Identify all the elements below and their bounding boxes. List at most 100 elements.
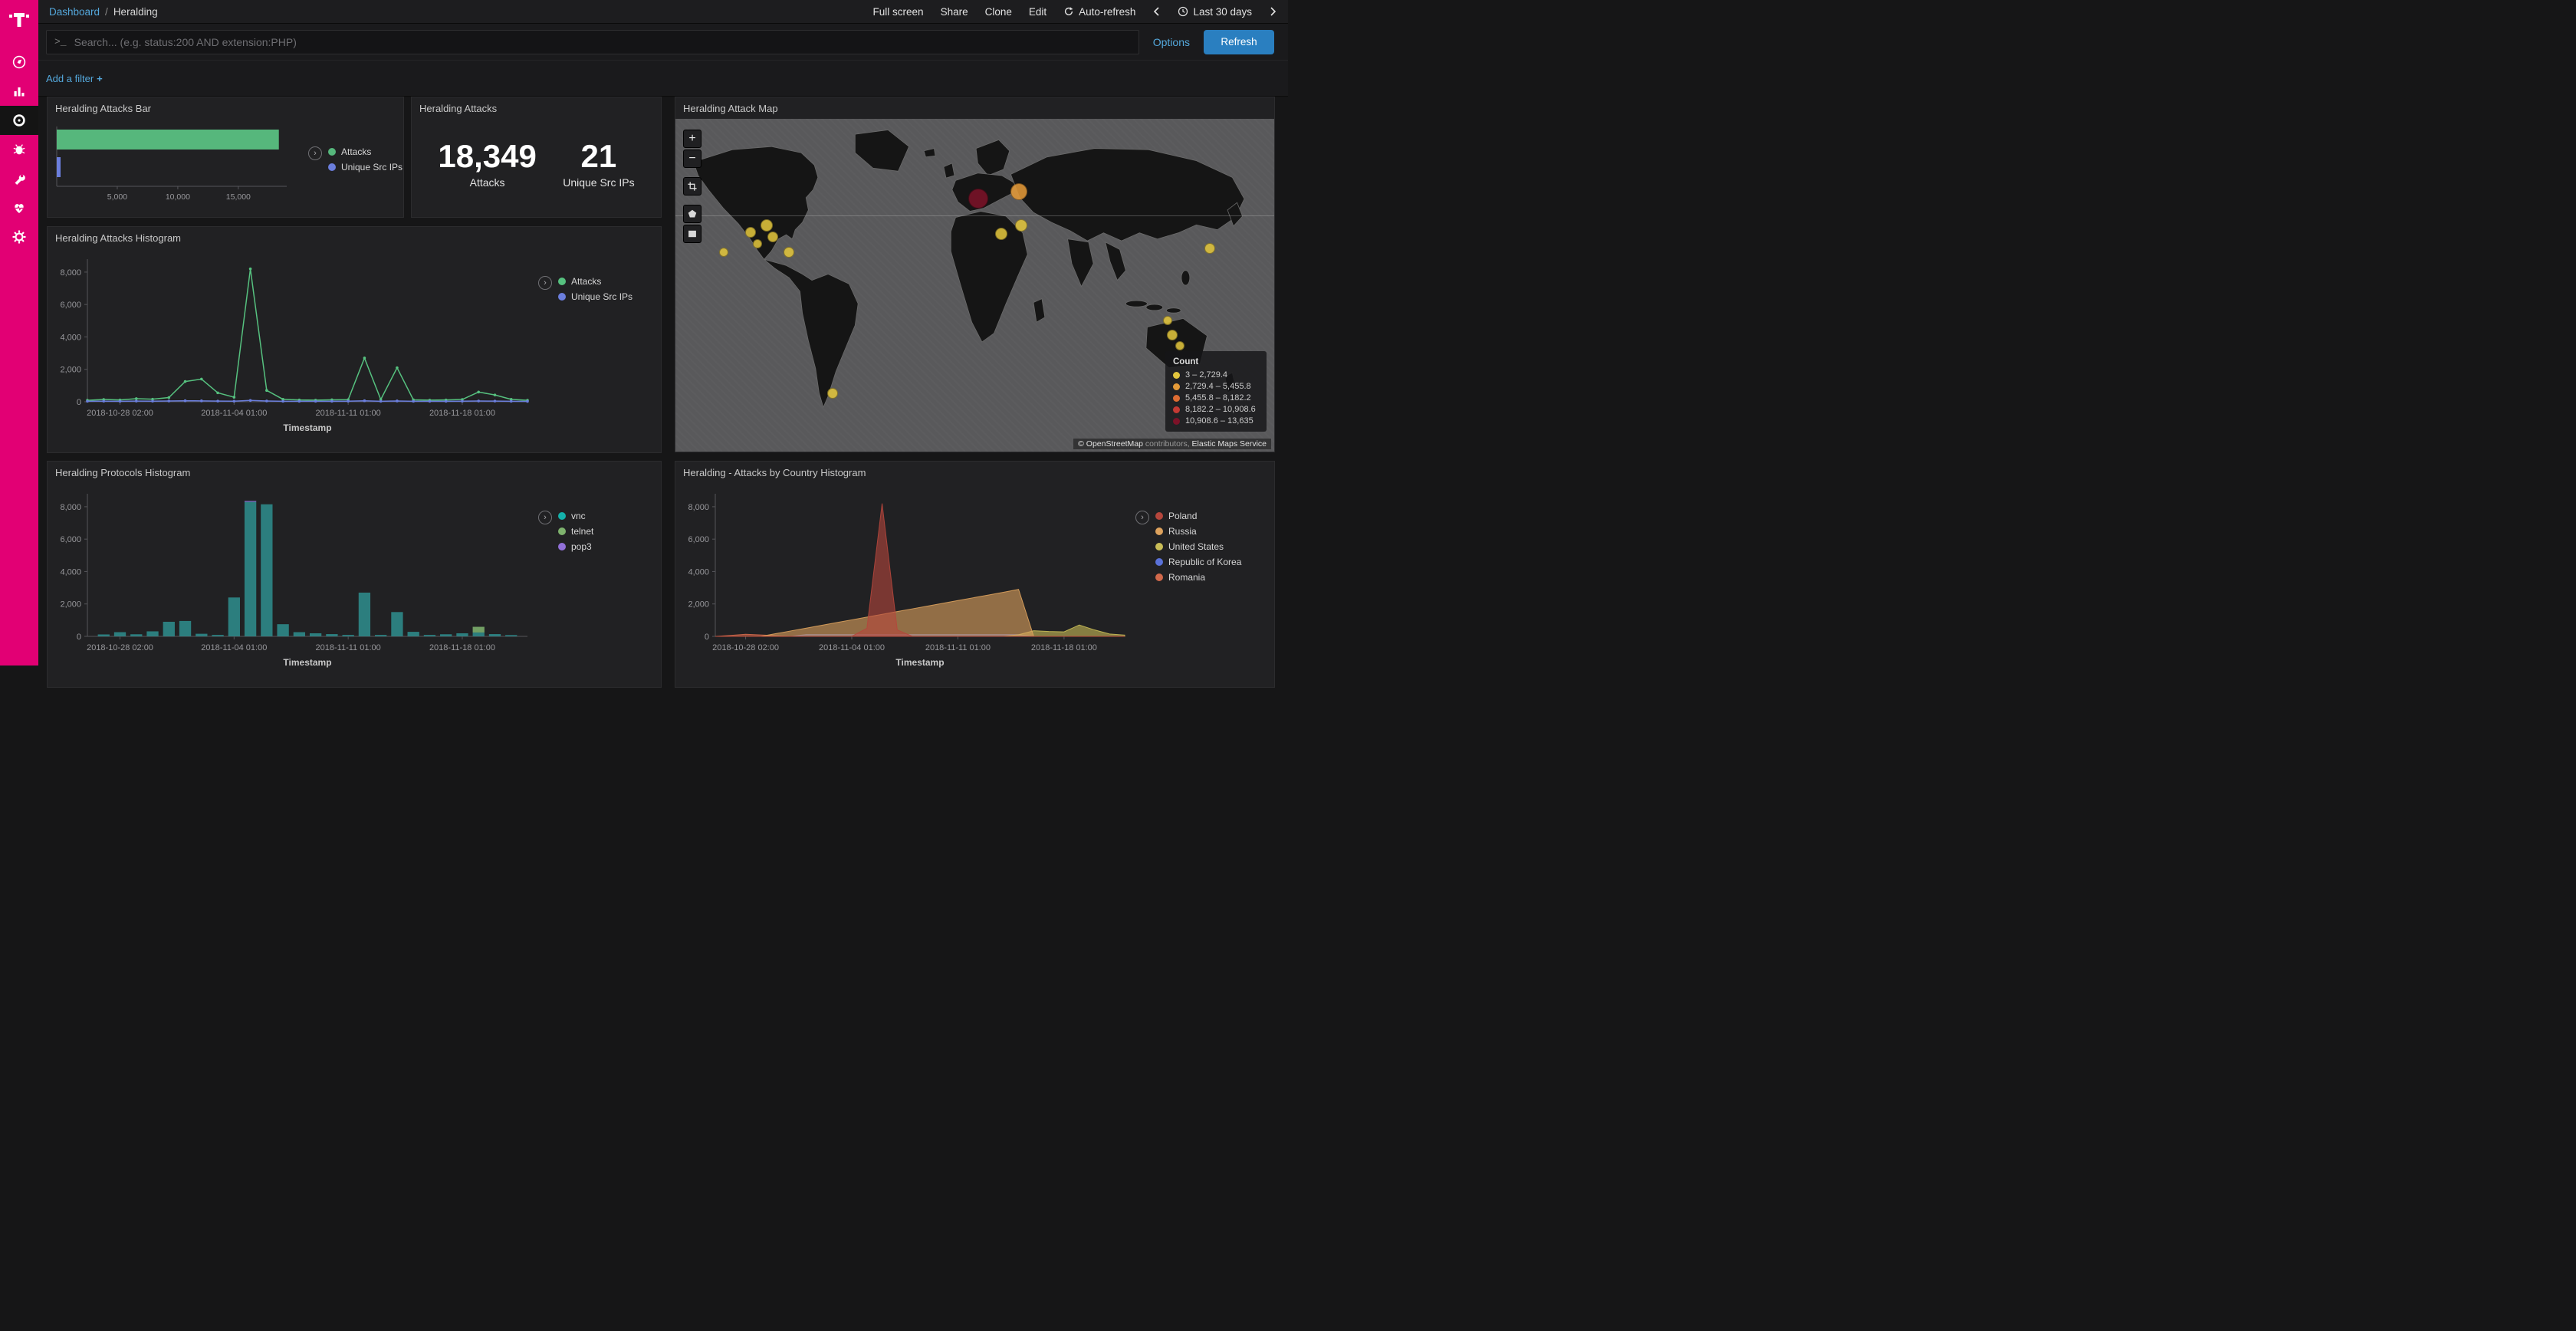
breadcrumb-dashboard-link[interactable]: Dashboard [49,6,100,18]
zoom-out-button[interactable]: − [683,150,702,168]
svg-text:2018-11-18 01:00: 2018-11-18 01:00 [1031,643,1097,652]
bug-icon [12,142,27,157]
fit-bounds-button[interactable] [683,177,702,196]
legend-item[interactable]: Republic of Korea [1155,557,1241,567]
svg-text:2018-11-11 01:00: 2018-11-11 01:00 [316,409,381,418]
legend-item[interactable]: Attacks [558,276,632,287]
svg-text:6,000: 6,000 [688,535,709,544]
svg-text:2018-11-18 01:00: 2018-11-18 01:00 [429,409,495,418]
time-range-button[interactable]: Last 30 days [1178,6,1252,18]
time-forward-icon[interactable] [1269,6,1277,17]
map-marker[interactable] [1204,243,1215,254]
map-marker[interactable] [719,248,728,257]
map-marker[interactable] [1010,183,1027,200]
legend-item[interactable]: Unique Src IPs [558,291,632,302]
sidebar-item-discover[interactable] [0,48,38,77]
clone-button[interactable]: Clone [985,6,1012,18]
elastic-maps-service-link[interactable]: Elastic Maps Service [1192,439,1267,449]
legend-dot-icon [1155,512,1163,520]
legend-items: vnc telnet pop3 [558,511,593,552]
map-marker[interactable] [995,228,1007,240]
legend-item[interactable]: pop3 [558,541,593,552]
legend-dot-icon [558,512,566,520]
legend-item[interactable]: Romania [1155,572,1241,583]
legend-dot-icon [558,278,566,285]
panel-title: Heralding Attacks Histogram [48,227,661,248]
openstreetmap-link[interactable]: © OpenStreetMap [1078,439,1143,449]
metric-value: 21 [563,140,634,173]
map-marker[interactable] [1015,219,1027,232]
time-back-icon[interactable] [1152,6,1161,17]
search-input[interactable] [74,36,1131,48]
legend-dot-icon [328,148,336,156]
svg-text:0: 0 [77,398,81,407]
map-marker[interactable] [753,239,762,248]
map-marker[interactable] [968,189,988,209]
sidebar-item-management[interactable] [0,222,38,251]
svg-text:2,000: 2,000 [60,366,81,375]
zoom-in-button[interactable]: + [683,130,702,148]
sidebar-item-security[interactable] [0,135,38,164]
map-legend-title: Count [1173,357,1259,366]
draw-rectangle-button[interactable] [683,225,702,243]
map-attribution: © OpenStreetMap contributors, Elastic Ma… [1073,439,1271,449]
options-link[interactable]: Options [1153,36,1190,48]
add-filter-button[interactable]: Add a filter+ [46,73,103,84]
legend-items: Poland Russia United States Republic of Kor… [1155,511,1241,583]
refresh-button[interactable]: Refresh [1204,30,1274,54]
legend-dot-icon [328,163,336,171]
dashboard-grid: Heralding Attacks Bar 5,00010,00015,000 … [38,97,1288,666]
map-legend-dot-icon [1173,406,1180,413]
query-bar: >_ Options Refresh [38,24,1288,61]
map-marker[interactable] [827,388,838,399]
svg-text:5,000: 5,000 [107,192,127,202]
map-marker[interactable] [1163,316,1172,325]
legend-toggle-icon[interactable]: › [538,276,552,290]
legend-item[interactable]: vnc [558,511,593,521]
edit-button[interactable]: Edit [1029,6,1046,18]
svg-text:2018-11-04 01:00: 2018-11-04 01:00 [819,643,885,652]
legend-toggle-icon[interactable]: › [1135,511,1149,524]
auto-refresh-button[interactable]: Auto-refresh [1063,6,1135,18]
metric-value: 18,349 [438,140,536,173]
sidebar-item-dashboard[interactable] [0,106,38,135]
full-screen-button[interactable]: Full screen [873,6,924,18]
wrench-icon [12,171,27,186]
map-marker[interactable] [767,232,778,242]
legend-item[interactable]: Russia [1155,526,1241,537]
map-legend-dot-icon [1173,372,1180,379]
app-sidebar [0,0,38,666]
draw-polygon-button[interactable] [683,205,702,223]
svg-text:Timestamp: Timestamp [283,422,331,433]
sidebar-item-monitoring[interactable] [0,193,38,222]
svg-text:8,000: 8,000 [60,503,81,512]
rectangle-icon [687,228,698,239]
t-mobile-logo[interactable] [0,0,38,40]
legend-item[interactable]: Unique Src IPs [328,162,402,173]
map-legend-dot-icon [1173,418,1180,425]
legend-item[interactable]: United States [1155,541,1241,552]
plus-icon: + [97,73,103,84]
map-marker[interactable] [1175,341,1184,350]
map-marker[interactable] [1167,330,1178,340]
panel-title: Heralding Attacks [412,97,661,119]
legend-item[interactable]: Attacks [328,146,402,157]
chart-legend: › vnc telnet pop3 [538,486,593,670]
share-button[interactable]: Share [941,6,968,18]
sidebar-item-dev-tools[interactable] [0,164,38,193]
legend-item[interactable]: telnet [558,526,593,537]
legend-item[interactable]: Poland [1155,511,1241,521]
legend-toggle-icon[interactable]: › [308,146,322,160]
legend-toggle-icon[interactable]: › [538,511,552,524]
map-legend-row: 3 – 2,729.4 [1173,370,1259,380]
search-field[interactable]: >_ [46,30,1139,54]
map-marker[interactable] [784,247,794,258]
country-histogram-chart: 02,0004,0006,0008,0002018-10-28 02:00201… [675,486,1135,670]
metric-unique-src-ips: 21 Unique Src IPs [563,140,634,188]
map-marker[interactable] [745,227,756,238]
sidebar-item-visualize[interactable] [0,77,38,106]
map-marker[interactable] [761,219,773,232]
panel-attack-map: Heralding Attack Map [675,97,1275,452]
map-legend-dot-icon [1173,383,1180,390]
world-map[interactable]: + − [675,119,1274,452]
